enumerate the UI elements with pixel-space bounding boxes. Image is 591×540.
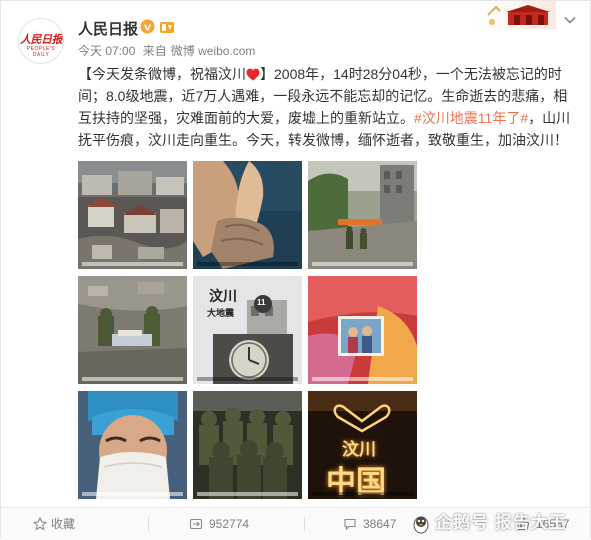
image-grid: 汶川 大地震 11 汶川 中国 — [78, 161, 417, 499]
image-caption-strip — [312, 377, 413, 381]
thumbnail-title: 汶川 — [209, 289, 237, 305]
image-caption-strip — [82, 377, 183, 381]
favorite-button[interactable]: 收藏 — [33, 508, 76, 540]
heart-emoji-icon — [246, 68, 260, 81]
watermark-text: 企鹅号 报告大王 — [435, 513, 567, 532]
divider — [304, 517, 305, 531]
star-icon — [33, 517, 47, 531]
repost-icon — [189, 518, 203, 530]
account-name[interactable]: 人民日报 — [78, 18, 138, 39]
post-source[interactable]: 微博 weibo.com — [171, 44, 256, 58]
holding-hands-image — [193, 161, 302, 269]
image-caption-strip — [197, 262, 298, 266]
post-text-part-1: 【今天发条微博，祝福汶川 — [78, 66, 246, 82]
watermark: 企鹅号 报告大王 — [413, 508, 567, 538]
comment-icon — [344, 518, 356, 531]
image-thumbnail-masked-woman[interactable] — [78, 391, 187, 499]
image-thumbnail-candlelight[interactable]: 汶川 中国 — [308, 391, 417, 499]
source-prefix: 来自 — [142, 44, 167, 58]
comment-count: 38647 — [363, 517, 397, 531]
post-meta: 今天 07:00 来自 微博 weibo.com — [78, 42, 259, 59]
thumbnail-badge: 11 — [257, 298, 266, 307]
image-caption-strip — [197, 377, 298, 381]
masked-woman-image — [78, 391, 187, 499]
ruined-town-image — [78, 161, 187, 269]
image-thumbnail-stretcher-rescue[interactable] — [78, 276, 187, 384]
image-thumbnail-soldiers[interactable] — [193, 391, 302, 499]
image-thumbnail-memorial-clock[interactable]: 汶川 大地震 11 — [193, 276, 302, 384]
image-caption-strip — [312, 262, 413, 266]
vip-member-icon[interactable] — [159, 20, 175, 34]
chevron-down-icon[interactable] — [563, 13, 577, 27]
penguin-logo-icon — [413, 516, 429, 534]
hashtag-link[interactable]: #汶川地震11年了# — [414, 110, 528, 126]
rescue-scene-image — [308, 161, 417, 269]
repost-button[interactable]: 952774 — [189, 508, 250, 540]
stretcher-rescue-image — [78, 276, 187, 384]
great-wall-banner-icon — [478, 1, 556, 29]
divider — [148, 517, 149, 531]
avatar[interactable]: 人民日报 PEOPLE'S DAILY — [18, 18, 64, 64]
image-thumbnail-ruined-town[interactable] — [78, 161, 187, 269]
thumbnail-subtitle: 大地震 — [207, 309, 235, 319]
favorite-label: 收藏 — [51, 517, 76, 531]
family-photo-image — [308, 276, 417, 384]
image-thumbnail-holding-hands[interactable] — [193, 161, 302, 269]
verified-icon — [140, 19, 155, 34]
image-caption-strip — [312, 492, 413, 496]
image-thumbnail-family-photo[interactable] — [308, 276, 417, 384]
weibo-post-card: 人民日报 PEOPLE'S DAILY 人民日报 今天 07:00 来自 微博 w… — [0, 0, 591, 540]
soldiers-image — [193, 391, 302, 499]
image-caption-strip — [197, 492, 298, 496]
repost-count: 952774 — [209, 517, 250, 531]
post-time[interactable]: 今天 07:00 — [78, 44, 135, 58]
avatar-logo-text: 人民日报 — [20, 33, 63, 46]
comment-button[interactable]: 38647 — [344, 508, 397, 540]
post-text: 【今天发条微博，祝福汶川 】2008年，14时28分04秒，一个无法被忘记的时间；… — [78, 63, 574, 151]
image-caption-strip — [82, 262, 183, 266]
image-thumbnail-rescue-scene[interactable] — [308, 161, 417, 269]
avatar-logo-subtext: PEOPLE'S DAILY — [26, 46, 56, 58]
image-caption-strip — [82, 492, 183, 496]
